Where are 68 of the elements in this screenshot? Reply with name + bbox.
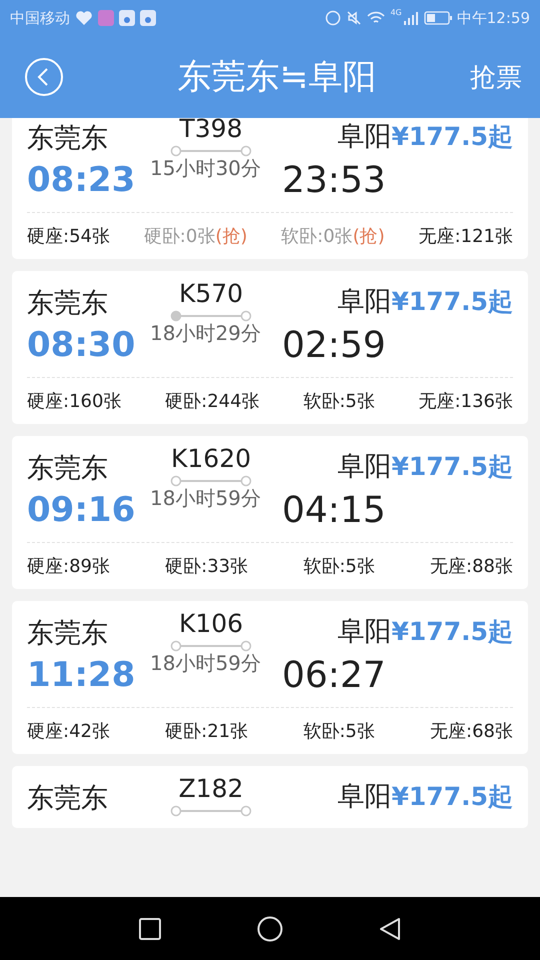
seat-availability: 硬座:89张 [27, 555, 110, 578]
arrival-time: 23:53 [281, 159, 387, 201]
route-title: 东莞东≒阜阳 [176, 56, 378, 99]
price: ¥177.5起 [392, 616, 513, 648]
train-card[interactable]: 东莞东 Z182 阜阳¥177.5起 [12, 766, 528, 828]
price: ¥177.5起 [392, 451, 513, 483]
arrival-station: 阜阳 [338, 780, 392, 814]
seat-availability: 硬座:160张 [27, 390, 122, 413]
clock: 中午12:59 [456, 8, 530, 28]
seat-availability: 软卧:5张 [303, 555, 375, 578]
network-label: 4G [390, 8, 402, 17]
duration: 18小时59分 [150, 650, 262, 677]
departure-station: 东莞东 [27, 287, 109, 321]
wifi-icon [367, 11, 386, 25]
arrival-time: 04:15 [281, 489, 387, 531]
duration: 18小时29分 [150, 320, 262, 347]
train-card[interactable]: 东莞东 K570 阜阳¥177.5起 08:30 18小时29分 02:59 硬座:160张 硬卧:244张 软卧:5张 无座:136张 [12, 271, 528, 424]
seat-availability: 硬座:54张 [27, 225, 110, 248]
signal-icon [402, 11, 419, 25]
mute-icon [346, 10, 362, 26]
departure-time: 08:23 [27, 159, 136, 200]
heart-icon [75, 10, 93, 26]
train-number: K106 [178, 609, 244, 638]
alarm-icon [325, 10, 342, 26]
train-number: Z182 [178, 774, 244, 803]
arrival-station: 阜阳 [338, 615, 392, 649]
battery-icon [424, 11, 452, 25]
seat-availability: 硬卧:0张(抢) [144, 225, 248, 248]
seat-availability: 硬卧:21张 [165, 720, 248, 743]
seat-availability: 无座:121张 [418, 225, 513, 248]
home-icon[interactable] [256, 916, 283, 942]
train-card[interactable]: 东莞东 T398 阜阳¥177.5起 08:23 15小时30分 23:53 硬座:54张 硬卧:0张(抢) 软卧:0张(抢) 无座:121张 [12, 118, 528, 259]
app-icon [98, 10, 114, 26]
train-card[interactable]: 东莞东 K1620 阜阳¥177.5起 09:16 18小时59分 04:15 硬座:89张 硬卧:33张 软卧:5张 无座:88张 [12, 436, 528, 589]
price: ¥177.5起 [392, 286, 513, 318]
departure-station: 东莞东 [27, 122, 109, 156]
arrival-station: 阜阳 [338, 120, 392, 154]
seat-availability: 硬卧:244张 [165, 390, 260, 413]
recent-apps-icon[interactable] [138, 916, 162, 940]
seat-availability: 软卧:5张 [303, 390, 375, 413]
train-number: K1620 [170, 444, 252, 473]
seat-availability: 硬卧:33张 [165, 555, 248, 578]
departure-station: 东莞东 [27, 782, 109, 816]
departure-station: 东莞东 [27, 617, 109, 651]
duration: 18小时59分 [150, 485, 262, 512]
departure-time: 11:28 [27, 654, 136, 695]
price: ¥177.5起 [392, 781, 513, 813]
seat-availability: 软卧:0张(抢) [281, 225, 385, 248]
train-card[interactable]: 东莞东 K106 阜阳¥177.5起 11:28 18小时59分 06:27 硬座:42张 硬卧:21张 软卧:5张 无座:68张 [12, 601, 528, 754]
train-number: T398 [180, 118, 242, 143]
seat-availability: 无座:68张 [430, 720, 513, 743]
arrival-time: 02:59 [281, 324, 387, 366]
back-nav-icon[interactable] [378, 916, 402, 940]
duration: 15小时30分 [150, 155, 262, 182]
carrier-name: 中国移动 [10, 8, 70, 28]
departure-time: 08:30 [27, 324, 136, 365]
arrival-station: 阜阳 [338, 285, 392, 319]
train-number: K570 [178, 279, 244, 308]
seat-availability: 软卧:5张 [303, 720, 375, 743]
arrival-time: 06:27 [281, 654, 387, 696]
back-icon[interactable] [24, 57, 64, 97]
departure-station: 东莞东 [27, 452, 109, 486]
seat-availability: 无座:88张 [430, 555, 513, 578]
departure-time: 09:16 [27, 489, 136, 530]
price: ¥177.5起 [392, 121, 513, 153]
arrival-station: 阜阳 [338, 450, 392, 484]
seat-availability: 无座:136张 [418, 390, 513, 413]
seat-availability: 硬座:42张 [27, 720, 110, 743]
